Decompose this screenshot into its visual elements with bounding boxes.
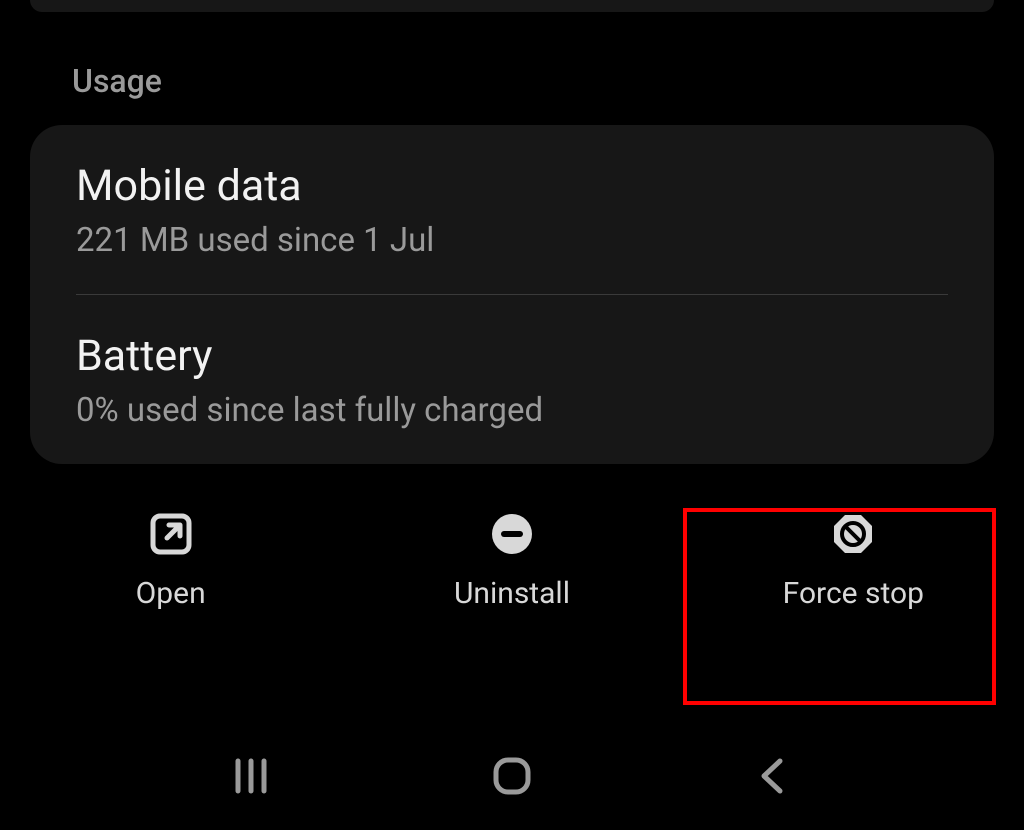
stop-icon bbox=[829, 510, 877, 558]
uninstall-button[interactable]: Uninstall bbox=[341, 510, 682, 611]
back-button[interactable] bbox=[743, 746, 803, 806]
open-label: Open bbox=[136, 576, 206, 611]
action-bar: Open Uninstall Force stop bbox=[0, 480, 1024, 629]
back-icon bbox=[752, 755, 794, 797]
previous-card-edge bbox=[30, 0, 994, 12]
mobile-data-subtitle: 221 MB used since 1 Jul bbox=[76, 221, 948, 260]
uninstall-label: Uninstall bbox=[454, 576, 570, 611]
recents-button[interactable] bbox=[221, 746, 281, 806]
home-icon bbox=[491, 755, 533, 797]
open-button[interactable]: Open bbox=[0, 510, 341, 611]
navigation-bar bbox=[0, 722, 1024, 830]
mobile-data-title: Mobile data bbox=[76, 161, 948, 211]
battery-row[interactable]: Battery 0% used since last fully charged bbox=[30, 295, 994, 464]
force-stop-button[interactable]: Force stop bbox=[683, 510, 1024, 611]
usage-card: Mobile data 221 MB used since 1 Jul Batt… bbox=[30, 125, 994, 464]
battery-subtitle: 0% used since last fully charged bbox=[76, 391, 948, 430]
force-stop-label: Force stop bbox=[783, 576, 924, 611]
minus-circle-icon bbox=[488, 510, 536, 558]
home-button[interactable] bbox=[482, 746, 542, 806]
mobile-data-row[interactable]: Mobile data 221 MB used since 1 Jul bbox=[30, 125, 994, 294]
battery-title: Battery bbox=[76, 331, 948, 381]
open-icon bbox=[147, 510, 195, 558]
section-title: Usage bbox=[72, 62, 1024, 100]
recents-icon bbox=[230, 755, 272, 797]
